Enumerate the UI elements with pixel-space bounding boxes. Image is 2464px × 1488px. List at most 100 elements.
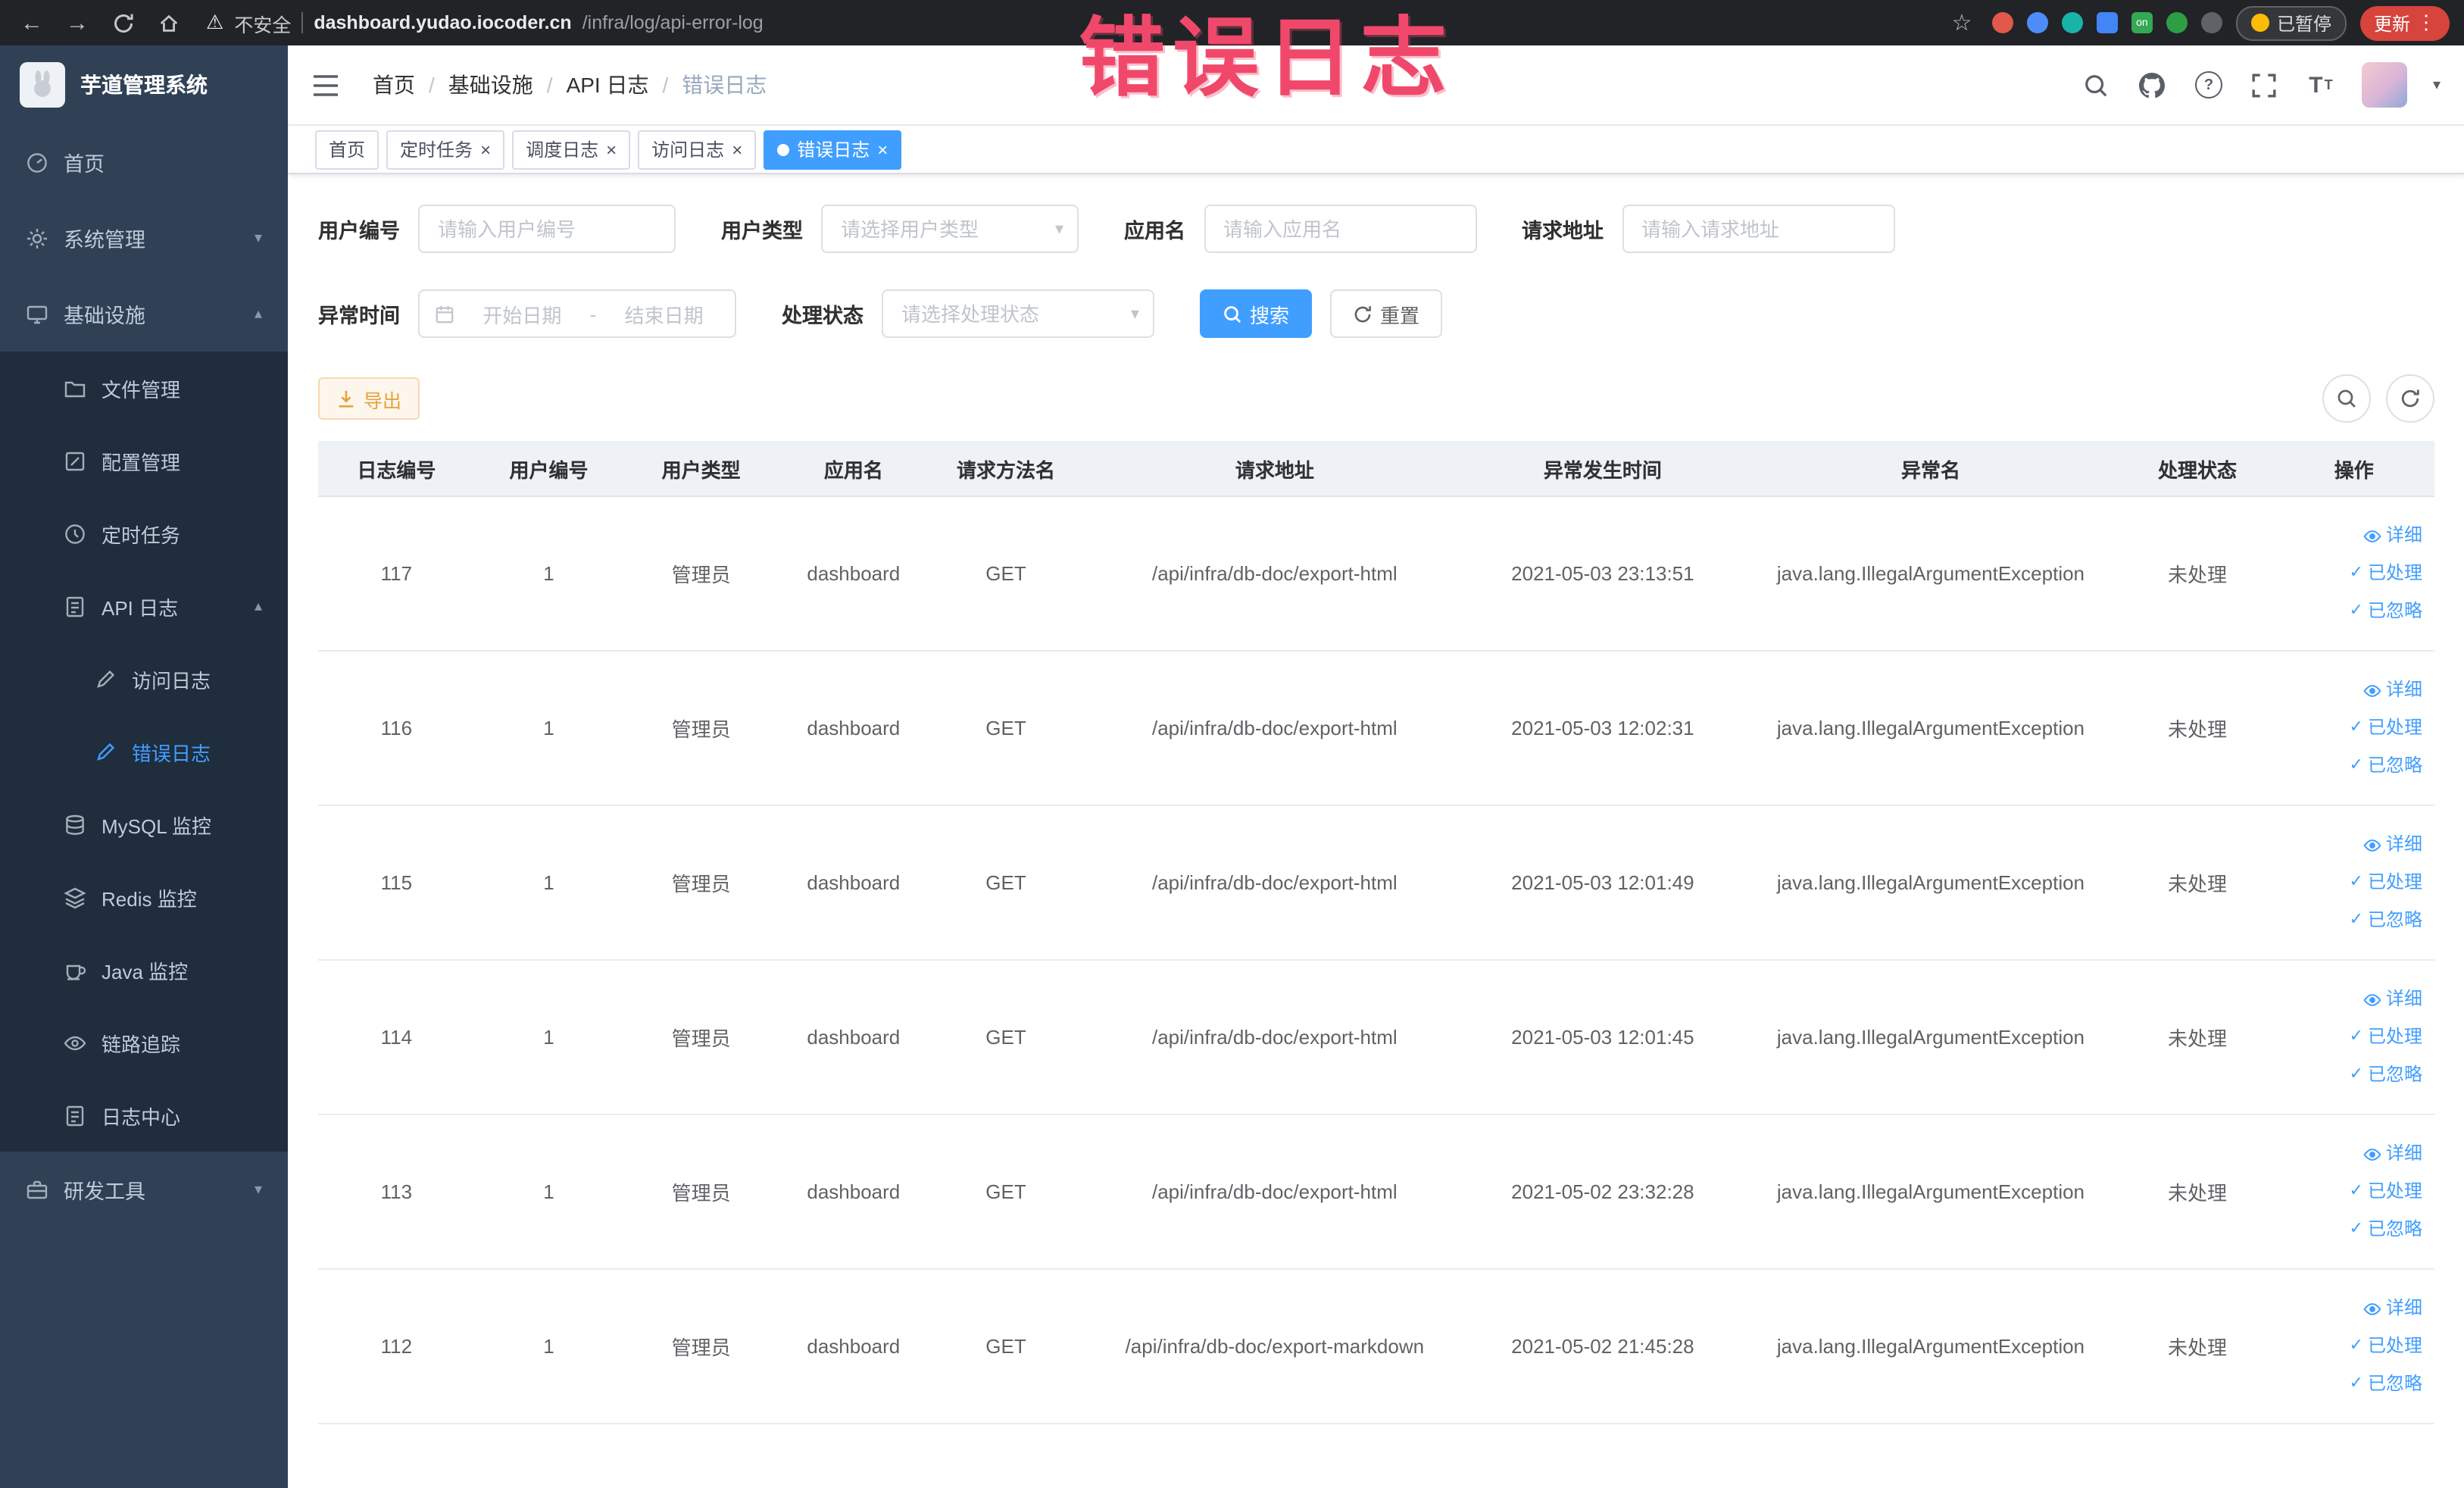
cell-log-id: 117	[318, 496, 475, 652]
tag-tab-access-log[interactable]: 访问日志 ×	[638, 130, 757, 169]
help-icon[interactable]	[2194, 70, 2224, 100]
mark-processed-link[interactable]: ✓ 已处理	[2280, 709, 2422, 747]
extension-icon[interactable]	[1991, 12, 2013, 33]
sidebar-item-system[interactable]: 系统管理 ▾	[0, 200, 288, 276]
update-label: 更新	[2373, 13, 2410, 34]
close-icon[interactable]: ×	[877, 140, 888, 158]
date-range-picker[interactable]: 开始日期 - 结束日期	[418, 289, 736, 338]
extension-icon[interactable]	[2166, 12, 2188, 33]
chevron-down-icon[interactable]: ▾	[2433, 77, 2441, 93]
extension-on-icon[interactable]: on	[2131, 12, 2153, 33]
breadcrumb-item[interactable]: API 日志	[567, 70, 682, 100]
mark-processed-link[interactable]: ✓ 已处理	[2280, 1327, 2422, 1365]
browser-update-button[interactable]: 更新 ⋮	[2359, 5, 2450, 40]
sidebar-item-file[interactable]: 文件管理	[0, 352, 288, 424]
cell-user-id: 1	[474, 1269, 623, 1424]
sidebar-item-label: Redis 监控	[101, 887, 197, 910]
extension-icon[interactable]	[2061, 12, 2083, 33]
mark-ignored-link[interactable]: ✓ 已忽略	[2280, 902, 2422, 939]
breadcrumb-item[interactable]: 基础设施	[448, 70, 567, 100]
detail-link[interactable]: 详细	[2280, 1289, 2422, 1327]
sidebar-item-redis[interactable]: Redis 监控	[0, 861, 288, 933]
cell-user-id: 1	[474, 496, 623, 652]
sidebar-item-job[interactable]: 定时任务	[0, 497, 288, 570]
sidebar-item-error-log[interactable]: 错误日志	[0, 715, 288, 788]
check-icon: ✓	[2349, 1374, 2363, 1393]
tag-tab-job[interactable]: 定时任务 ×	[386, 130, 505, 169]
mark-processed-link[interactable]: ✓ 已处理	[2280, 555, 2422, 592]
extension-icon[interactable]	[2096, 12, 2118, 33]
process-status-select[interactable]	[882, 289, 1154, 338]
tag-tab-home[interactable]: 首页	[315, 130, 379, 169]
refresh-button[interactable]	[2386, 374, 2434, 423]
detail-link[interactable]: 详细	[2280, 980, 2422, 1018]
mark-processed-link[interactable]: ✓ 已处理	[2280, 1018, 2422, 1056]
reload-icon[interactable]	[106, 6, 139, 39]
tag-tab-error-log[interactable]: 错误日志 ×	[764, 130, 902, 169]
close-icon[interactable]: ×	[606, 140, 617, 158]
sidebar-item-infra[interactable]: 基础设施 ▴	[0, 276, 288, 352]
mark-ignored-link[interactable]: ✓ 已忽略	[2280, 1365, 2422, 1403]
export-button[interactable]: 导出	[318, 377, 420, 420]
sidebar-item-mysql[interactable]: MySQL 监控	[0, 788, 288, 861]
detail-link[interactable]: 详细	[2280, 517, 2422, 555]
extension-icon[interactable]	[2026, 12, 2048, 33]
sidebar-item-dev-tools[interactable]: 研发工具 ▾	[0, 1152, 288, 1227]
github-icon[interactable]	[2138, 70, 2168, 100]
mark-ignored-link[interactable]: ✓ 已忽略	[2280, 747, 2422, 785]
user-id-input[interactable]	[418, 205, 676, 253]
detail-link[interactable]: 详细	[2280, 826, 2422, 864]
home-icon[interactable]	[151, 6, 185, 39]
sidebar-toggle-icon[interactable]	[312, 68, 345, 102]
right-toolbar	[2322, 374, 2434, 423]
detail-link[interactable]: 详细	[2280, 1135, 2422, 1173]
cell-process-status: 未处理	[2121, 651, 2274, 806]
security-label[interactable]: 不安全	[234, 8, 291, 37]
fullscreen-icon[interactable]	[2250, 70, 2280, 100]
sidebar-item-api-log[interactable]: API 日志 ▴	[0, 570, 288, 642]
app-logo[interactable]: 芋道管理系统	[0, 45, 288, 124]
reset-button[interactable]: 重置	[1330, 289, 1443, 338]
search-button[interactable]: 搜索	[1200, 289, 1313, 338]
sidebar-item-access-log[interactable]: 访问日志	[0, 642, 288, 715]
cell-exception-name: java.lang.IllegalArgumentException	[1740, 805, 2122, 961]
sidebar-item-log-center[interactable]: 日志中心	[0, 1079, 288, 1152]
breadcrumb-item[interactable]: 首页	[373, 70, 448, 100]
avatar[interactable]	[2361, 62, 2407, 108]
pin-extension-icon[interactable]	[2200, 12, 2222, 33]
sidebar-item-java[interactable]: Java 监控	[0, 933, 288, 1006]
sidebar-item-label: 系统管理	[64, 229, 145, 252]
user-type-select[interactable]	[821, 205, 1079, 253]
detail-link[interactable]: 详细	[2280, 671, 2422, 709]
search-icon[interactable]	[2081, 70, 2112, 100]
address-bar[interactable]: ⚠ 不安全 dashboard.yudao.iocoder.cn/infra/l…	[206, 8, 764, 37]
font-size-icon[interactable]	[2306, 70, 2336, 100]
close-icon[interactable]: ×	[732, 140, 742, 158]
paused-extension-badge[interactable]: 已暂停	[2235, 5, 2347, 40]
cell-app-name: dashboard	[779, 651, 928, 806]
close-icon[interactable]: ×	[480, 140, 491, 158]
mark-processed-link[interactable]: ✓ 已处理	[2280, 864, 2422, 902]
mark-ignored-link[interactable]: ✓ 已忽略	[2280, 1211, 2422, 1249]
mark-ignored-link[interactable]: ✓ 已忽略	[2280, 592, 2422, 630]
mark-processed-link[interactable]: ✓ 已处理	[2280, 1173, 2422, 1211]
sidebar-item-config[interactable]: 配置管理	[0, 424, 288, 497]
bookmark-star-icon[interactable]: ☆	[1945, 6, 1978, 39]
screen: ← → ⚠ 不安全 dashboard.yudao.iocoder.cn/inf…	[0, 0, 2464, 1488]
col-app-name: 应用名	[779, 441, 928, 497]
request-url-input[interactable]	[1622, 205, 1894, 253]
navbar-actions: ▾	[2081, 62, 2441, 108]
sidebar-item-trace[interactable]: 链路追踪	[0, 1006, 288, 1079]
app-name-input[interactable]	[1204, 205, 1476, 253]
user-id-label: 用户编号	[318, 220, 400, 242]
toggle-search-button[interactable]	[2322, 374, 2371, 423]
monitor-icon	[26, 302, 48, 325]
url-host: dashboard.yudao.iocoder.cn	[314, 12, 572, 33]
browser-chrome: ← → ⚠ 不安全 dashboard.yudao.iocoder.cn/inf…	[0, 0, 2464, 45]
start-date-placeholder: 开始日期	[482, 304, 562, 327]
sidebar-item-home[interactable]: 首页	[0, 124, 288, 200]
forward-icon[interactable]: →	[61, 6, 94, 39]
back-icon[interactable]: ←	[15, 6, 48, 39]
mark-ignored-link[interactable]: ✓ 已忽略	[2280, 1056, 2422, 1094]
tag-tab-job-log[interactable]: 调度日志 ×	[512, 130, 631, 169]
